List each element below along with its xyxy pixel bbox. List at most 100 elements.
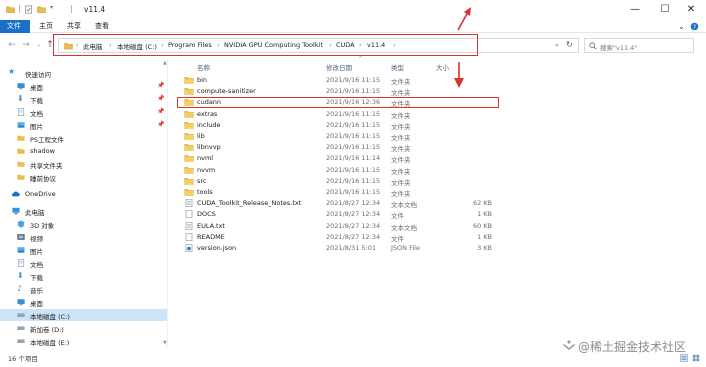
file-name: nvml [197, 154, 214, 163]
file-row-src[interactable]: src 2021/9/16 11:15 文件夹 [180, 176, 498, 187]
nav-pictures-pinned[interactable]: 图片 📌 [0, 119, 167, 131]
tab-view[interactable]: 查看 [88, 20, 116, 33]
nav-label: 3D 对象 [30, 222, 55, 230]
nav-local-disk-c[interactable]: 本地磁盘 (C:) [0, 309, 167, 321]
search-input[interactable]: 搜索"v11.4" [584, 38, 694, 53]
folder-icon [184, 144, 194, 151]
folder-icon [184, 110, 194, 118]
folder-icon [184, 155, 194, 163]
details-view-icon[interactable] [680, 354, 688, 362]
nav-this-pc[interactable]: 此电脑 [0, 205, 167, 217]
file-type: 文本文档 [391, 223, 417, 232]
nav-pictures[interactable]: 图片 [0, 244, 167, 256]
file-name: CUDA_Toolkit_Release_Notes.txt [197, 199, 302, 208]
file-row-docs[interactable]: DOCS 2021/8/27 12:34 文件 1 KB [180, 209, 498, 220]
file-row-tools[interactable]: tools 2021/9/16 11:15 文件夹 [180, 187, 498, 198]
new-folder-icon[interactable] [37, 5, 46, 14]
scroll-down-icon[interactable]: ▼ [163, 340, 167, 346]
address-dropdown-icon[interactable]: ⌄ [554, 40, 560, 48]
nav-scrollbar[interactable]: ▲ ▼ [163, 60, 167, 348]
file-row-readme[interactable]: README 2021/8/27 12:34 文件 1 KB [180, 232, 498, 243]
minimize-button[interactable]: — [620, 2, 650, 18]
file-row-eula-txt[interactable]: EULA.txt 2021/8/27 12:34 文本文档 60 KB [180, 221, 498, 232]
nav-shared-folder[interactable]: 共享文件夹 [0, 158, 167, 170]
nav-downloads-pinned[interactable]: ⬇ 下载 📌 [0, 93, 167, 106]
expand-ribbon-icon[interactable]: ⌄ [678, 20, 685, 33]
nav-label: 文档 [30, 261, 43, 269]
refresh-icon[interactable]: ↻ [566, 40, 573, 49]
folder-icon [184, 99, 194, 107]
quick-access-dropdown-icon[interactable]: ▾ [50, 4, 53, 11]
tab-share[interactable]: 共享 [60, 20, 88, 33]
nav-documents-pinned[interactable]: 文档 📌 [0, 106, 167, 118]
nav-ps-projects[interactable]: PS工程文件 [0, 132, 167, 144]
file-row-version-json[interactable]: version.json 2021/8/31 5:01 JSON File 3 KB [180, 243, 498, 254]
picture-icon [17, 122, 25, 128]
picture-icon [17, 247, 25, 253]
file-row-lib[interactable]: lib 2021/9/16 11:15 文件夹 [180, 131, 498, 142]
file-type: JSON File [391, 244, 420, 252]
file-row-libnvvp[interactable]: libnvvp 2021/9/16 11:15 文件夹 [180, 142, 498, 153]
nav-label: 睡前协议 [30, 175, 56, 183]
file-row-nvvm[interactable]: nvvm 2021/9/16 11:15 文件夹 [180, 165, 498, 176]
folder-icon [17, 148, 25, 154]
nav-downloads[interactable]: ⬇ 下载 [0, 270, 167, 283]
document-icon [17, 108, 25, 116]
file-row-extras[interactable]: extras 2021/9/16 11:15 文件夹 [180, 109, 498, 120]
nav-documents[interactable]: 文档 [0, 257, 167, 269]
file-name: src [197, 176, 207, 185]
file-type: 文件夹 [391, 89, 411, 98]
file-row-bin[interactable]: bin 2021/9/16 11:15 文件夹 [180, 75, 498, 86]
nav-onedrive[interactable]: OneDrive [0, 188, 167, 200]
file-size: 62 KB [472, 199, 492, 208]
file-row-include[interactable]: include 2021/9/16 11:15 文件夹 [180, 120, 498, 131]
folder-icon [184, 88, 194, 95]
file-row-nvml[interactable]: nvml 2021/9/16 11:14 文件夹 [180, 153, 498, 164]
tab-file[interactable]: 文件 [0, 20, 30, 33]
scroll-up-icon[interactable]: ▲ [163, 60, 167, 66]
download-icon: ⬇ [17, 271, 24, 280]
file-date-modified: 2021/9/16 11:15 [326, 165, 381, 174]
search-placeholder: 搜索"v11.4" [600, 44, 638, 52]
nav-quick-access[interactable]: ★ 快速访问 [0, 67, 167, 80]
close-button[interactable]: ✕ [676, 2, 706, 18]
folder-icon [184, 177, 194, 185]
nav-videos[interactable]: 视频 [0, 231, 167, 243]
nav-3d-objects[interactable]: 3D 对象 [0, 218, 167, 230]
nav-local-disk-e[interactable]: 本地磁盘 (E:) [0, 335, 167, 347]
file-name: extras [197, 109, 218, 118]
file-row-cudann[interactable]: cudann 2021/9/16 12:36 文件夹 [180, 97, 498, 108]
column-date-modified[interactable]: 修改日期 [326, 62, 352, 72]
folder-icon [6, 6, 15, 13]
nav-shadow[interactable]: shadow [0, 145, 167, 157]
nav-label: 桌面 [30, 84, 43, 92]
text-file-icon [185, 221, 193, 230]
file-row-compute-sanitizer[interactable]: compute-sanitizer 2021/9/16 11:15 文件夹 [180, 86, 498, 97]
help-icon[interactable]: ? [690, 22, 699, 31]
file-name: EULA.txt [197, 221, 225, 230]
nav-desktop[interactable]: 桌面 [0, 296, 167, 308]
column-type[interactable]: 类型 [391, 62, 404, 72]
large-icons-view-icon[interactable] [692, 354, 700, 362]
computer-icon [12, 207, 20, 215]
file-date-modified: 2021/8/27 12:34 [326, 221, 381, 230]
nav-bedtime-agreement[interactable]: 睡前协议 [0, 171, 167, 183]
back-button[interactable]: ← [6, 38, 18, 52]
properties-icon[interactable] [24, 5, 33, 14]
file-name: bin [197, 76, 208, 84]
forward-button[interactable]: → [20, 38, 32, 52]
nav-label: 音乐 [30, 287, 43, 295]
nav-label: 图片 [30, 123, 43, 131]
nav-desktop-pinned[interactable]: 桌面 📌 [0, 80, 167, 92]
download-icon: ⬇ [17, 94, 24, 103]
nav-new-volume-d[interactable]: 新加卷 (D:) [0, 322, 167, 334]
column-size[interactable]: 大小 [436, 62, 449, 72]
file-date-modified: 2021/8/31 5:01 [326, 244, 376, 252]
column-name[interactable]: 名称 [197, 62, 210, 72]
folder-icon [184, 121, 194, 129]
file-row-cuda-toolkit-release-notes-txt[interactable]: CUDA_Toolkit_Release_Notes.txt 2021/8/27 … [180, 198, 498, 209]
item-count: 16 个项目 [8, 355, 38, 363]
tab-home[interactable]: 主页 [32, 20, 60, 33]
cube-icon [17, 220, 25, 228]
nav-music[interactable]: ♪ 音乐 [0, 283, 167, 296]
